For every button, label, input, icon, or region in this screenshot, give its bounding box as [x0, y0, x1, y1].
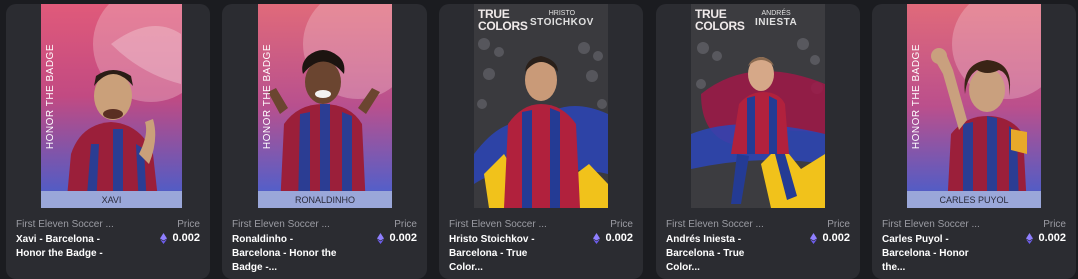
art-side-text: HONOR THE BADGE: [262, 44, 273, 150]
eth-icon: [810, 232, 818, 244]
price-value: 0.002: [1026, 232, 1066, 244]
art-nameplate: RONALDINHO: [258, 191, 392, 208]
price-amount: 0.002: [172, 232, 200, 244]
nft-artwork[interactable]: HONOR THE BADGE CARLES PUYOL: [907, 4, 1041, 208]
nft-card[interactable]: HONOR THE BADGE XAVI First Eleven Soccer…: [6, 4, 210, 279]
price-label: Price: [610, 219, 633, 230]
nft-card[interactable]: HONOR THE BADGE CARLES PUYOL First Eleve…: [872, 4, 1076, 279]
price-value: 0.002: [810, 232, 850, 244]
price-label: Price: [394, 219, 417, 230]
eth-icon: [160, 232, 168, 244]
card-info: First Eleven Soccer ... Ronaldinho - Bar…: [232, 216, 417, 273]
eth-icon: [1026, 232, 1034, 244]
collection-name[interactable]: First Eleven Soccer ...: [16, 219, 114, 230]
price-amount: 0.002: [822, 232, 850, 244]
price-label: Price: [177, 219, 200, 230]
art-player-name: ANDRÉS INIESTA: [755, 10, 798, 28]
card-info: First Eleven Soccer ... Xavi - Barcelona…: [16, 216, 200, 266]
nft-card[interactable]: HONOR THE BADGE RONALDINHO First Eleven …: [222, 4, 427, 279]
collection-name[interactable]: First Eleven Soccer ...: [666, 219, 764, 230]
art-player-name: HRISTO STOICHKOV: [530, 10, 594, 28]
price-label: Price: [1043, 219, 1066, 230]
art-side-text: HONOR THE BADGE: [45, 44, 56, 150]
art-side-text: HONOR THE BADGE: [911, 44, 922, 150]
nft-artwork[interactable]: HONOR THE BADGE RONALDINHO: [258, 4, 392, 208]
collection-name[interactable]: First Eleven Soccer ...: [882, 219, 980, 230]
price-value: 0.002: [160, 232, 200, 244]
price-label: Price: [827, 219, 850, 230]
eth-icon: [593, 232, 601, 244]
nft-title[interactable]: Xavi - Barcelona - Honor the Badge -: [16, 233, 128, 261]
collection-name[interactable]: First Eleven Soccer ...: [449, 219, 547, 230]
price-amount: 0.002: [389, 232, 417, 244]
price-amount: 0.002: [605, 232, 633, 244]
nft-artwork[interactable]: TRUE COLORS HRISTO STOICHKOV: [474, 4, 608, 208]
price-value: 0.002: [593, 232, 633, 244]
art-nameplate: CARLES PUYOL: [907, 191, 1041, 208]
price-amount: 0.002: [1038, 232, 1066, 244]
art-title: TRUE COLORS: [695, 7, 745, 33]
nft-artwork[interactable]: TRUE COLORS ANDRÉS INIESTA: [691, 4, 825, 208]
card-info: First Eleven Soccer ... Hristo Stoichkov…: [449, 216, 633, 273]
collection-name[interactable]: First Eleven Soccer ...: [232, 219, 330, 230]
eth-icon: [377, 232, 385, 244]
nft-artwork[interactable]: HONOR THE BADGE XAVI: [41, 4, 182, 208]
art-nameplate: XAVI: [41, 191, 182, 208]
art-title: TRUE COLORS: [478, 7, 528, 33]
price-value: 0.002: [377, 232, 417, 244]
card-info: First Eleven Soccer ... Carles Puyol - B…: [882, 216, 1066, 273]
nft-card[interactable]: TRUE COLORS ANDRÉS INIESTA First Eleven …: [656, 4, 860, 279]
nft-card[interactable]: TRUE COLORS HRISTO STOICHKOV First Eleve…: [439, 4, 643, 279]
card-info: First Eleven Soccer ... Andrés Iniesta -…: [666, 216, 850, 273]
